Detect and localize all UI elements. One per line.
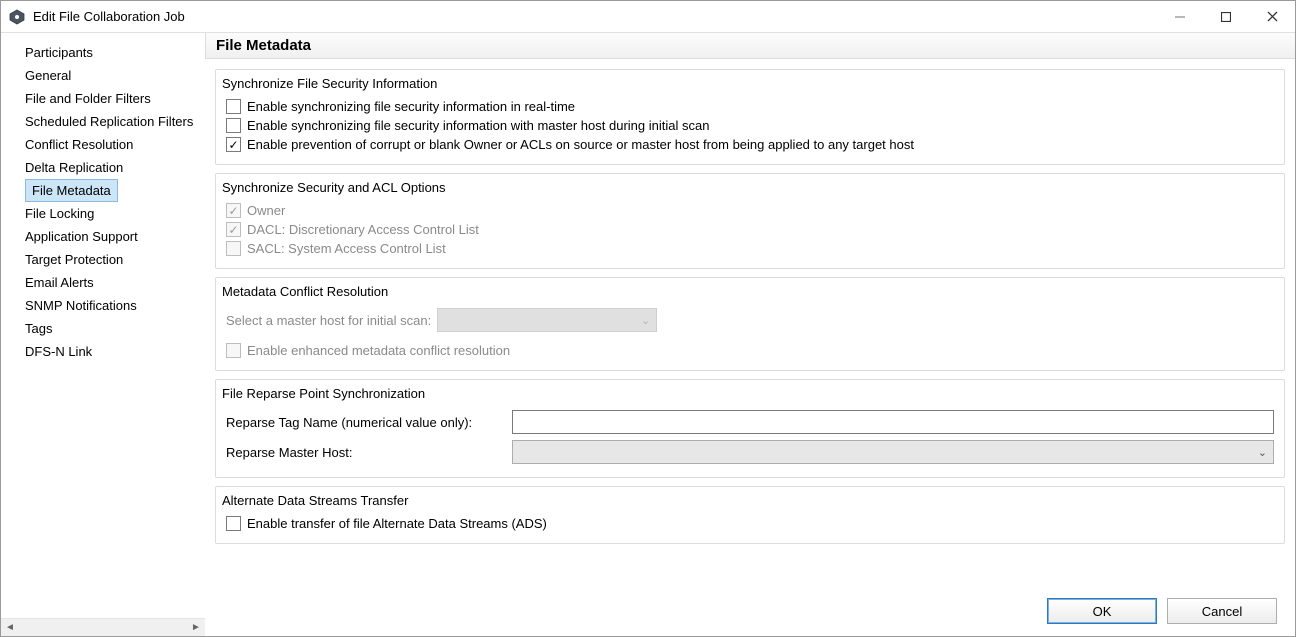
close-button[interactable]: [1249, 1, 1295, 32]
checkbox-line-sacl: SACL: System Access Control List: [226, 239, 1274, 258]
checkbox-sacl: [226, 241, 241, 256]
nav-item-general[interactable]: General: [5, 64, 201, 87]
group-title: Metadata Conflict Resolution: [222, 284, 1274, 299]
nav-item-dfs-n-link[interactable]: DFS-N Link: [5, 340, 201, 363]
dialog-window: Edit File Collaboration Job Participants…: [0, 0, 1296, 637]
cancel-button[interactable]: Cancel: [1167, 598, 1277, 624]
group-title: Alternate Data Streams Transfer: [222, 493, 1274, 508]
sidebar-hscroll[interactable]: ◄ ►: [1, 618, 205, 636]
content-area: File Metadata Synchronize File Security …: [205, 33, 1295, 636]
checkbox-initial-scan[interactable]: [226, 118, 241, 133]
checkbox-ads[interactable]: [226, 516, 241, 531]
checkbox-label: SACL: System Access Control List: [247, 241, 446, 256]
checkbox-line-prevent: Enable prevention of corrupt or blank Ow…: [226, 135, 1274, 154]
nav-item-email-alerts[interactable]: Email Alerts: [5, 271, 201, 294]
sidebar: Participants General File and Folder Fil…: [1, 33, 205, 636]
checkbox-label: Enable transfer of file Alternate Data S…: [247, 516, 547, 531]
nav-list: Participants General File and Folder Fil…: [1, 33, 205, 618]
window-controls: [1157, 1, 1295, 32]
nav-item-file-and-folder-filters[interactable]: File and Folder Filters: [5, 87, 201, 110]
checkbox-prevent-corrupt[interactable]: [226, 137, 241, 152]
row-reparse-tag: Reparse Tag Name (numerical value only):: [226, 407, 1274, 437]
nav-item-application-support[interactable]: Application Support: [5, 225, 201, 248]
scroll-right-icon[interactable]: ►: [187, 619, 205, 636]
window-title: Edit File Collaboration Job: [33, 9, 1157, 24]
nav-item-participants[interactable]: Participants: [5, 41, 201, 64]
page-title: File Metadata: [205, 33, 1295, 59]
scroll-left-icon[interactable]: ◄: [1, 619, 19, 636]
nav-item-tags[interactable]: Tags: [5, 317, 201, 340]
chevron-down-icon: ⌄: [641, 314, 650, 327]
checkbox-line-initial: Enable synchronizing file security infor…: [226, 116, 1274, 135]
footer: OK Cancel: [205, 586, 1295, 636]
group-sync-acl-options: Synchronize Security and ACL Options Own…: [215, 173, 1285, 269]
checkbox-line-enhanced: Enable enhanced metadata conflict resolu…: [226, 341, 1274, 360]
dialog-body: Participants General File and Folder Fil…: [1, 33, 1295, 636]
scroll-track[interactable]: [19, 619, 187, 636]
group-metadata-conflict: Metadata Conflict Resolution Select a ma…: [215, 277, 1285, 371]
nav-item-scheduled-replication-filters[interactable]: Scheduled Replication Filters: [5, 110, 201, 133]
nav-item-snmp-notifications[interactable]: SNMP Notifications: [5, 294, 201, 317]
row-select-master: Select a master host for initial scan: ⌄: [226, 305, 1274, 335]
nav-item-file-metadata-wrap: File Metadata: [5, 179, 201, 202]
group-title: Synchronize Security and ACL Options: [222, 180, 1274, 195]
titlebar: Edit File Collaboration Job: [1, 1, 1295, 33]
row-reparse-master: Reparse Master Host: ⌄: [226, 437, 1274, 467]
ok-button[interactable]: OK: [1047, 598, 1157, 624]
nav-item-file-metadata[interactable]: File Metadata: [25, 179, 118, 202]
checkbox-enhanced-conflict: [226, 343, 241, 358]
nav-item-target-protection[interactable]: Target Protection: [5, 248, 201, 271]
checkbox-line-ads: Enable transfer of file Alternate Data S…: [226, 514, 1274, 533]
chevron-down-icon: ⌄: [1258, 446, 1267, 459]
app-icon: [9, 9, 25, 25]
group-title: File Reparse Point Synchronization: [222, 386, 1274, 401]
nav-item-delta-replication[interactable]: Delta Replication: [5, 156, 201, 179]
minimize-button[interactable]: [1157, 1, 1203, 32]
label-reparse-tag: Reparse Tag Name (numerical value only):: [226, 415, 506, 430]
group-sync-security-info: Synchronize File Security Information En…: [215, 69, 1285, 165]
group-reparse-point: File Reparse Point Synchronization Repar…: [215, 379, 1285, 478]
checkbox-dacl: [226, 222, 241, 237]
checkbox-label: Owner: [247, 203, 285, 218]
checkbox-label: Enable synchronizing file security infor…: [247, 118, 709, 133]
label-select-master: Select a master host for initial scan:: [226, 313, 431, 328]
label-reparse-master: Reparse Master Host:: [226, 445, 506, 460]
input-reparse-tag[interactable]: [512, 410, 1274, 434]
checkbox-line-owner: Owner: [226, 201, 1274, 220]
nav-item-file-locking[interactable]: File Locking: [5, 202, 201, 225]
select-master-host: ⌄: [437, 308, 657, 332]
group-title: Synchronize File Security Information: [222, 76, 1274, 91]
checkbox-owner: [226, 203, 241, 218]
checkbox-label: Enable synchronizing file security infor…: [247, 99, 575, 114]
checkbox-line-dacl: DACL: Discretionary Access Control List: [226, 220, 1274, 239]
checkbox-label: DACL: Discretionary Access Control List: [247, 222, 479, 237]
nav-item-conflict-resolution[interactable]: Conflict Resolution: [5, 133, 201, 156]
checkbox-line-realtime: Enable synchronizing file security infor…: [226, 97, 1274, 116]
checkbox-realtime[interactable]: [226, 99, 241, 114]
checkbox-label: Enable prevention of corrupt or blank Ow…: [247, 137, 914, 152]
checkbox-label: Enable enhanced metadata conflict resolu…: [247, 343, 510, 358]
maximize-button[interactable]: [1203, 1, 1249, 32]
page-body: Synchronize File Security Information En…: [205, 59, 1295, 586]
select-reparse-master[interactable]: ⌄: [512, 440, 1274, 464]
group-ads-transfer: Alternate Data Streams Transfer Enable t…: [215, 486, 1285, 544]
